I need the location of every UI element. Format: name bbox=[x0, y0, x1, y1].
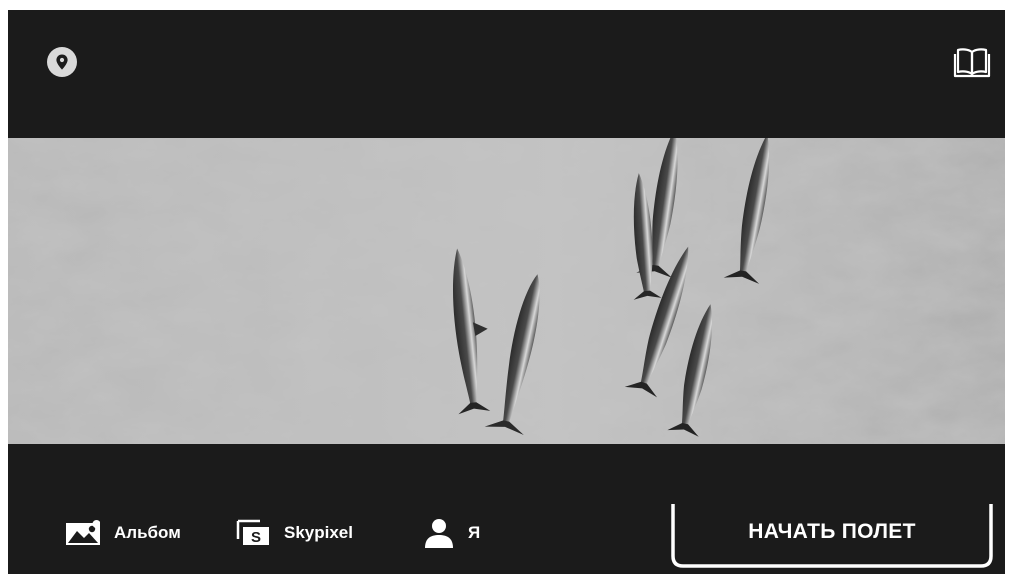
nav-album[interactable]: Альбом bbox=[66, 516, 181, 550]
svg-text:S: S bbox=[251, 529, 261, 546]
map-button[interactable] bbox=[46, 46, 78, 78]
user-icon bbox=[425, 519, 453, 548]
book-icon bbox=[953, 48, 991, 78]
top-bar bbox=[8, 10, 1005, 138]
hero-image[interactable] bbox=[8, 138, 1005, 444]
dolphins-image bbox=[8, 138, 1005, 444]
nav-skypixel[interactable]: S Skypixel bbox=[236, 516, 353, 550]
image-icon bbox=[66, 520, 100, 545]
nav-me[interactable]: Я bbox=[424, 516, 480, 550]
guide-button[interactable] bbox=[953, 45, 991, 79]
app-screen: Альбом S Skypixel Я НАЧАТЬ ПОЛЕТ bbox=[8, 10, 1005, 574]
bottom-bar: Альбом S Skypixel Я НАЧАТЬ ПОЛЕТ bbox=[8, 444, 1005, 574]
start-flight-label: НАЧАТЬ ПОЛЕТ bbox=[748, 520, 916, 543]
nav-album-label: Альбом bbox=[114, 523, 181, 542]
nav-skypixel-label: Skypixel bbox=[284, 523, 353, 542]
location-pin-icon bbox=[47, 47, 77, 77]
nav-me-label: Я bbox=[468, 523, 481, 542]
start-flight-button[interactable]: НАЧАТЬ ПОЛЕТ bbox=[671, 492, 993, 570]
skypixel-icon: S bbox=[236, 519, 269, 546]
